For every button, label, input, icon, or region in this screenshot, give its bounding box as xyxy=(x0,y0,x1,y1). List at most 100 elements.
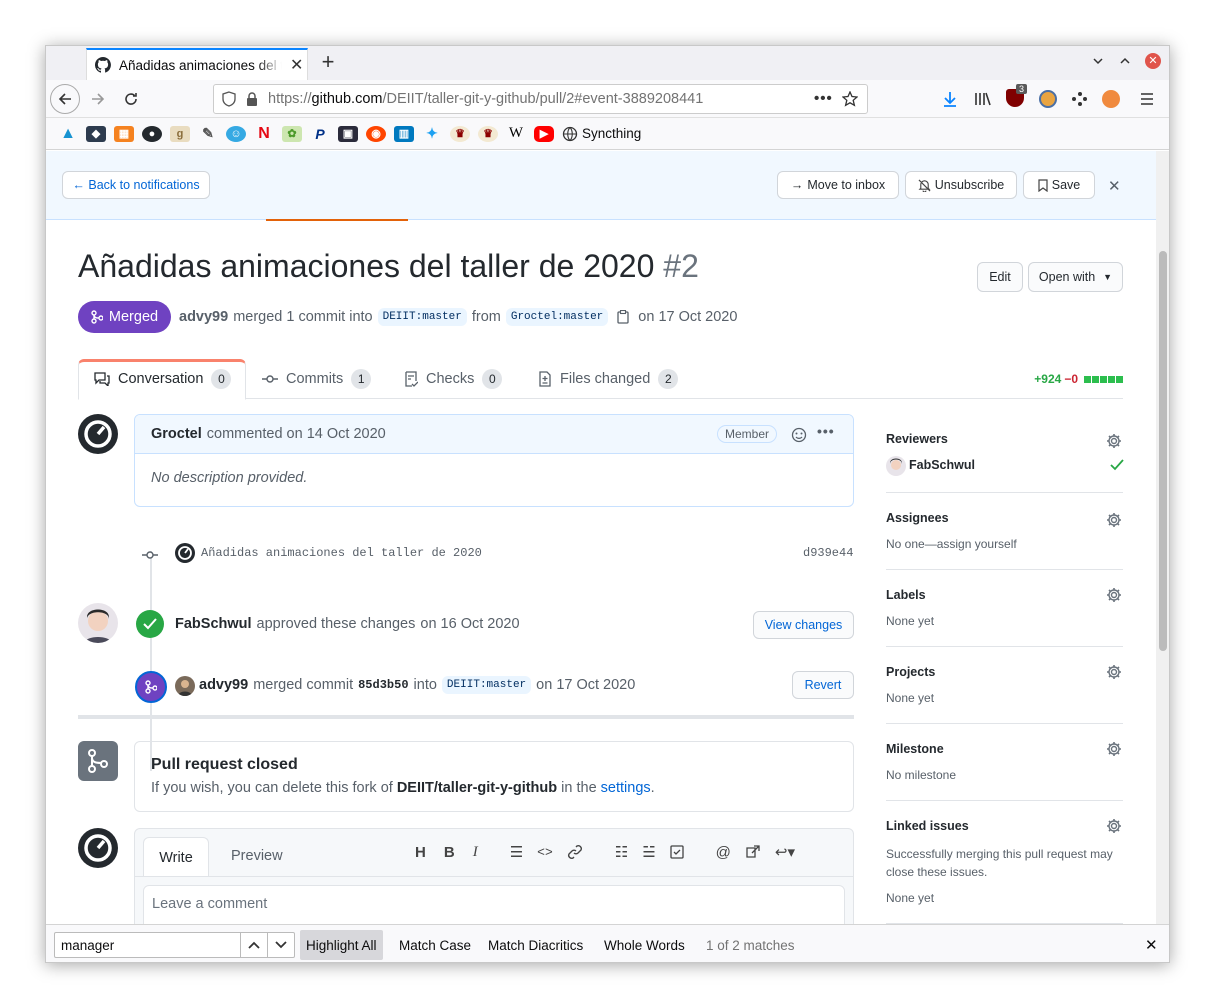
heading-icon[interactable]: H xyxy=(415,844,426,861)
arch-icon[interactable]: ▲ xyxy=(58,125,78,142)
back-icon[interactable] xyxy=(50,84,80,114)
merge-branch[interactable]: DEIIT:master xyxy=(441,676,532,694)
mention-icon[interactable]: @ xyxy=(716,844,731,861)
find-previous-icon[interactable] xyxy=(241,932,268,958)
scrollbar[interactable] xyxy=(1156,151,1169,924)
head-branch[interactable]: Groctel:master xyxy=(505,308,609,326)
url-bar[interactable]: https://github.com/DEIIT/taller-git-y-gi… xyxy=(213,84,868,114)
comment-textarea[interactable]: Leave a comment xyxy=(143,885,845,924)
netflix-icon[interactable]: N xyxy=(254,125,274,142)
close-tab-icon[interactable]: ✕ xyxy=(290,55,303,75)
close-find-bar-icon[interactable]: ✕ xyxy=(1145,936,1158,954)
whole-words-toggle[interactable]: Whole Words xyxy=(604,925,685,962)
match-diacritics-toggle[interactable]: Match Diacritics xyxy=(488,925,583,962)
assignees-value[interactable]: No one—assign yourself xyxy=(886,537,1017,551)
edit-button[interactable]: Edit xyxy=(977,262,1023,292)
tab-write[interactable]: Write xyxy=(143,837,209,877)
cross-reference-icon[interactable] xyxy=(745,844,761,860)
kebab-menu-icon[interactable]: ••• xyxy=(817,423,835,439)
trello-icon[interactable]: ▥ xyxy=(394,125,414,142)
leaf-icon[interactable]: ✿ xyxy=(282,125,302,142)
youtube-icon[interactable]: ▶ xyxy=(534,125,554,142)
revert-button[interactable]: Revert xyxy=(792,671,854,699)
chevron-down-icon[interactable] xyxy=(1092,55,1104,67)
feather-icon[interactable]: ✎ xyxy=(198,125,218,142)
crest-icon[interactable]: ♛ xyxy=(450,125,470,142)
grid-icon[interactable]: ▦ xyxy=(114,125,134,142)
close-icon[interactable]: ✕ xyxy=(1108,177,1121,195)
tab-files-changed[interactable]: Files changed 2 xyxy=(538,359,679,399)
twitter-icon[interactable]: ✦ xyxy=(422,125,442,142)
crest-icon[interactable]: ♛ xyxy=(478,125,498,142)
tab-conversation[interactable]: Conversation 0 xyxy=(94,359,232,399)
reply-icon[interactable]: ↩▾ xyxy=(775,843,795,861)
comment-meta[interactable]: commented on 14 Oct 2020 xyxy=(207,426,386,442)
tab-commits[interactable]: Commits 1 xyxy=(262,359,372,399)
new-tab-icon[interactable]: + xyxy=(316,51,340,75)
find-next-icon[interactable] xyxy=(268,932,295,958)
quote-icon[interactable]: ☰ xyxy=(510,843,523,861)
match-case-toggle[interactable]: Match Case xyxy=(399,925,471,962)
commit-message[interactable]: Añadidas animaciones del taller de 2020 xyxy=(201,546,482,560)
avatar[interactable] xyxy=(78,828,118,868)
avatar[interactable] xyxy=(175,676,195,696)
paypal-icon[interactable]: P xyxy=(310,126,330,142)
view-changes-button[interactable]: View changes xyxy=(753,611,854,639)
extension-face-icon[interactable] xyxy=(1039,90,1057,108)
commit-sha[interactable]: d939e44 xyxy=(803,546,853,560)
italic-icon[interactable]: I xyxy=(473,844,478,861)
task-list-icon[interactable] xyxy=(670,845,684,859)
author-link[interactable]: advy99 xyxy=(179,309,228,325)
reload-icon[interactable] xyxy=(116,84,146,114)
minimize-icon[interactable] xyxy=(1119,55,1131,67)
find-input[interactable] xyxy=(54,932,241,958)
gear-icon[interactable] xyxy=(1106,741,1122,757)
avatar[interactable] xyxy=(886,456,906,476)
numbered-list-icon[interactable]: ☱ xyxy=(642,843,655,861)
bold-icon[interactable]: B xyxy=(444,844,455,861)
gear-icon[interactable] xyxy=(1106,512,1122,528)
gear-icon[interactable] xyxy=(1106,433,1122,449)
bookmark-star-icon[interactable] xyxy=(842,91,858,107)
portal-icon[interactable]: ▣ xyxy=(338,125,358,142)
face-icon[interactable]: ☺ xyxy=(226,125,246,142)
link-icon[interactable] xyxy=(567,844,583,860)
move-to-inbox-button[interactable]: → Move to inbox xyxy=(777,171,899,199)
merge-sha[interactable]: 85d3b50 xyxy=(358,678,408,692)
gear-icon[interactable] xyxy=(1106,664,1122,680)
goodreads-icon[interactable]: g xyxy=(170,125,190,142)
back-to-notifications-button[interactable]: ← Back to notifications xyxy=(62,171,210,199)
gear-icon[interactable] xyxy=(1106,587,1122,603)
avatar[interactable] xyxy=(175,543,195,563)
close-window-icon[interactable]: ✕ xyxy=(1145,53,1161,69)
scrollbar-thumb[interactable] xyxy=(1159,251,1167,651)
base-branch[interactable]: DEIIT:master xyxy=(377,308,467,326)
forward-icon[interactable] xyxy=(83,84,113,114)
merge-author[interactable]: advy99 xyxy=(199,677,248,693)
open-with-button[interactable]: Open with ▼ xyxy=(1028,262,1123,292)
wikipedia-icon[interactable]: W xyxy=(506,125,526,142)
review-date[interactable]: on 16 Oct 2020 xyxy=(420,616,519,632)
clipboard-icon[interactable] xyxy=(617,310,629,324)
cube-icon[interactable]: ◆ xyxy=(86,125,106,142)
page-actions-icon[interactable]: ••• xyxy=(814,90,833,107)
avatar[interactable] xyxy=(78,603,118,643)
tab-preview[interactable]: Preview xyxy=(231,848,283,864)
download-icon[interactable] xyxy=(942,91,958,107)
library-icon[interactable] xyxy=(974,91,992,107)
reddit-icon[interactable]: ◉ xyxy=(366,125,386,142)
reviewer-name[interactable]: FabSchwul xyxy=(909,458,975,472)
settings-link[interactable]: settings xyxy=(601,780,651,796)
extension-dots-icon[interactable] xyxy=(1070,90,1088,108)
comment-author[interactable]: Groctel xyxy=(151,426,202,442)
extension-avatar-icon[interactable] xyxy=(1102,90,1120,108)
tab-checks[interactable]: Checks 0 xyxy=(404,359,503,399)
bookmark-syncthing[interactable]: Syncthing xyxy=(562,126,641,142)
avatar[interactable] xyxy=(78,414,118,454)
highlight-all-toggle[interactable]: Highlight All xyxy=(300,930,383,960)
smiley-icon[interactable] xyxy=(791,427,807,443)
gear-icon[interactable] xyxy=(1106,818,1122,834)
bullet-list-icon[interactable]: ☷ xyxy=(615,843,628,861)
review-author[interactable]: FabSchwul xyxy=(175,616,252,632)
github-icon[interactable]: ● xyxy=(142,125,162,142)
